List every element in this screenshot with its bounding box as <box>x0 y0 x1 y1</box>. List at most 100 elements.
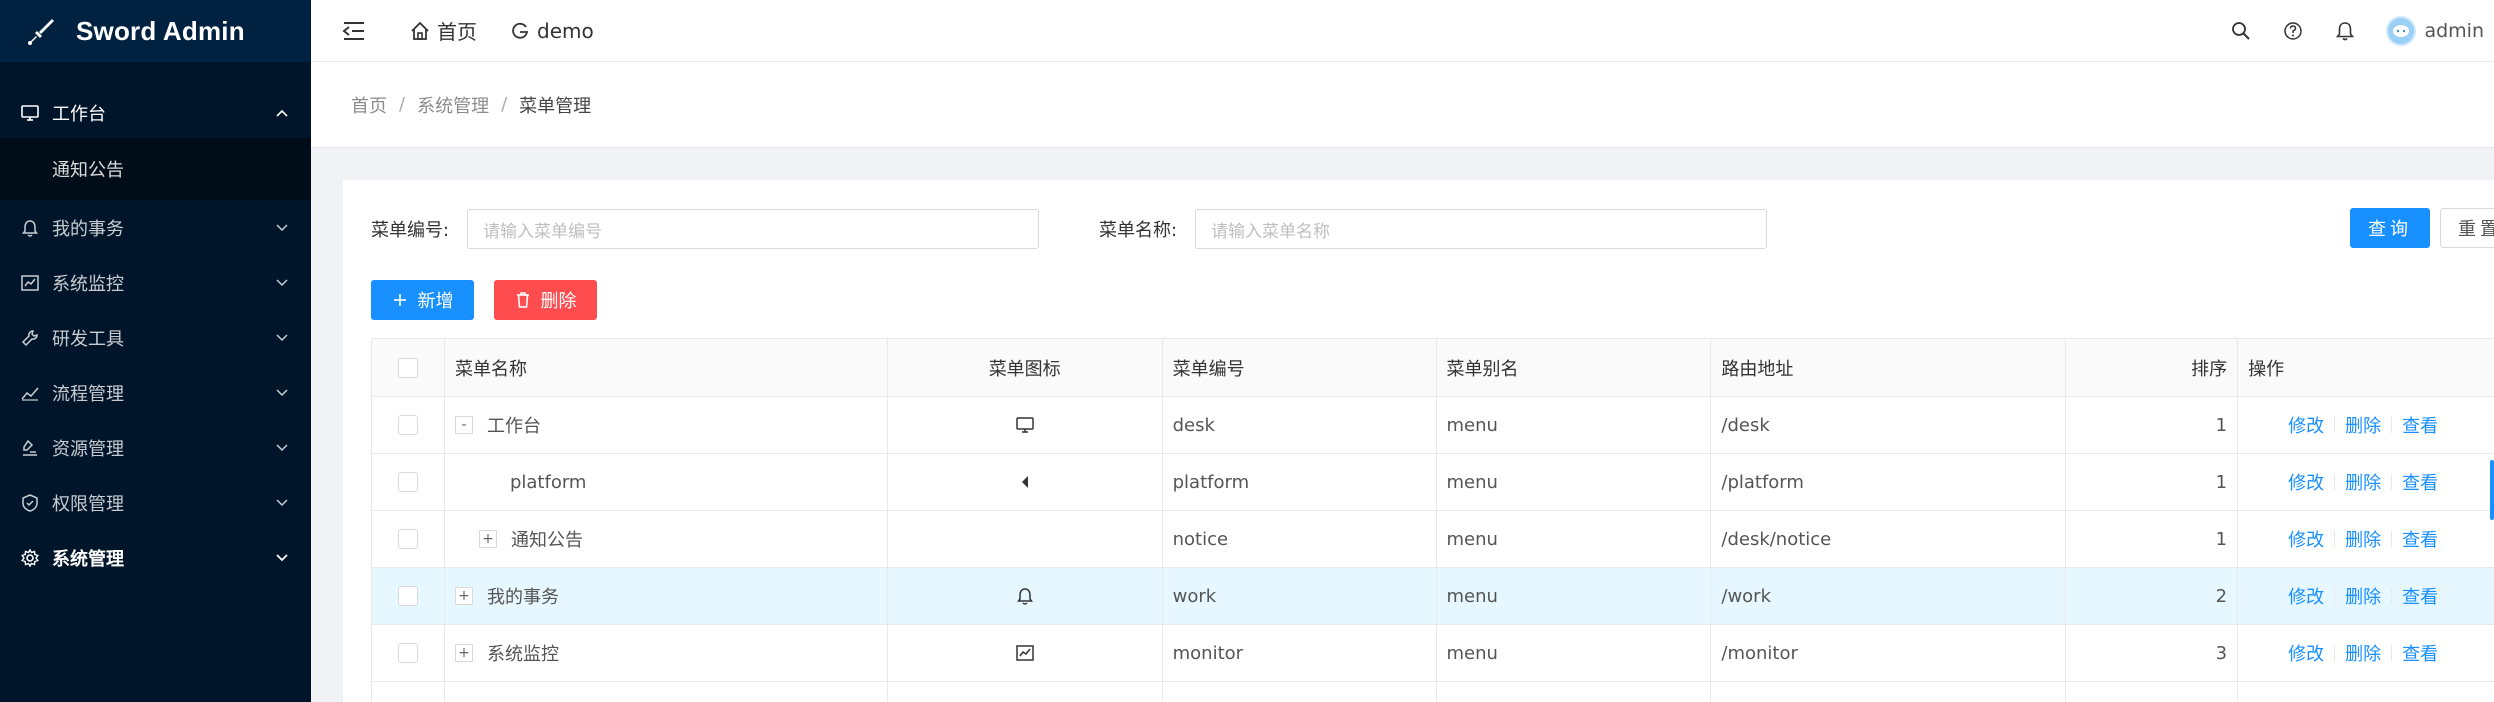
column-header: 路由地址 <box>1711 339 2067 396</box>
search-icon[interactable] <box>2230 20 2252 42</box>
help-icon[interactable] <box>2282 20 2304 42</box>
menu-code-input[interactable]: 请输入菜单编号 <box>467 209 1039 249</box>
table-row[interactable]: - 工作台 desk menu /desk 1 修改 删除 查看 <box>372 397 2494 454</box>
edit-link[interactable]: 修改 <box>2288 469 2324 495</box>
top-tab-demo[interactable]: demo <box>509 19 594 43</box>
delete-link[interactable]: 删除 <box>2345 526 2381 552</box>
sword-icon <box>24 14 58 48</box>
sidebar-item-resources[interactable]: 资源管理 <box>0 420 311 475</box>
sidebar: Sword Admin 工作台 通知公告 我的事务 系统监控 研发工具 流程管理… <box>0 0 311 702</box>
ops-cell <box>2238 682 2494 702</box>
menu-name-input[interactable]: 请输入菜单名称 <box>1195 209 1767 249</box>
sidebar-item-label: 流程管理 <box>52 383 124 405</box>
reset-button[interactable]: 重置 <box>2440 208 2494 248</box>
edit-link[interactable]: 修改 <box>2288 583 2324 609</box>
chevron-down-icon <box>275 496 289 510</box>
sidebar-item-workflow[interactable]: 流程管理 <box>0 365 311 420</box>
sidebar-item-dev-tools[interactable]: 研发工具 <box>0 310 311 365</box>
view-link[interactable]: 查看 <box>2402 412 2438 438</box>
delete-button-label: 删除 <box>540 291 577 312</box>
top-tab-home[interactable]: 首页 <box>409 16 477 45</box>
scrollbar-handle[interactable] <box>2490 460 2494 520</box>
bell-icon <box>20 218 40 238</box>
sidebar-item-my-tasks[interactable]: 我的事务 <box>0 200 311 255</box>
menu-name: 通知公告 <box>510 530 583 551</box>
sidebar-subitem-notice[interactable]: 通知公告 <box>0 138 311 200</box>
select-all-checkbox[interactable] <box>397 357 418 378</box>
avatar <box>2386 16 2417 46</box>
row-checkbox[interactable] <box>397 529 418 549</box>
table-row[interactable]: + 我的事务 work menu /work 2 修改 删除 查看 <box>372 568 2494 625</box>
sidebar-item-label: 系统管理 <box>52 548 124 570</box>
table-row[interactable]: + 通知公告 notice menu /desk/notice 1 修改 删除 … <box>372 511 2494 568</box>
collapse-toggle[interactable]: - <box>454 416 473 434</box>
app-root: Sword Admin 工作台 通知公告 我的事务 系统监控 研发工具 流程管理… <box>0 0 2494 702</box>
row-checkbox[interactable] <box>397 643 418 663</box>
user-menu[interactable]: admin <box>2386 16 2484 46</box>
sidebar-item-workbench[interactable]: 工作台 <box>0 88 311 138</box>
gear-icon <box>20 548 40 568</box>
home-icon <box>409 20 431 42</box>
expand-toggle[interactable]: + <box>478 530 497 548</box>
sidebar-item-label: 权限管理 <box>52 493 124 515</box>
row-checkbox-cell <box>372 454 445 510</box>
alias-cell: menu <box>1437 511 1712 567</box>
edit-link[interactable]: 修改 <box>2288 640 2324 666</box>
name-cell <box>445 682 888 702</box>
expand-toggle[interactable]: + <box>454 587 473 605</box>
row-checkbox[interactable] <box>397 586 418 606</box>
breadcrumb-item-home[interactable]: 首页 <box>351 92 387 118</box>
icon-cell <box>888 511 1163 567</box>
delete-link[interactable]: 删除 <box>2345 469 2381 495</box>
add-button-label: 新增 <box>417 291 454 312</box>
view-link[interactable]: 查看 <box>2402 469 2438 495</box>
icon-cell <box>888 682 1163 702</box>
view-link[interactable]: 查看 <box>2402 640 2438 666</box>
delete-link[interactable]: 删除 <box>2345 412 2381 438</box>
sidebar-item-system[interactable]: 系统管理 <box>0 530 311 585</box>
code-cell: work <box>1163 568 1437 624</box>
query-button[interactable]: 查询 <box>2350 208 2430 248</box>
add-button[interactable]: 新增 <box>371 280 474 320</box>
edit-link[interactable]: 修改 <box>2288 412 2324 438</box>
divider <box>2334 531 2336 547</box>
plus-icon <box>392 292 408 308</box>
icon-cell <box>888 397 1163 453</box>
sidebar-item-monitor[interactable]: 系统监控 <box>0 255 311 310</box>
row-checkbox[interactable] <box>397 415 418 435</box>
logo[interactable]: Sword Admin <box>0 0 311 62</box>
divider <box>2334 474 2336 490</box>
edit-link[interactable]: 修改 <box>2288 526 2324 552</box>
username: admin <box>2424 20 2484 42</box>
view-link[interactable]: 查看 <box>2402 526 2438 552</box>
row-checkbox[interactable] <box>397 472 418 492</box>
sort-cell: 3 <box>2066 625 2239 681</box>
chevron-down-icon <box>275 386 289 400</box>
route-cell: /desk <box>1711 397 2067 453</box>
sidebar-item-permissions[interactable]: 权限管理 <box>0 475 311 530</box>
row-checkbox-cell <box>372 625 445 681</box>
ops-cell: 修改 删除 查看 <box>2238 568 2494 624</box>
delete-link[interactable]: 删除 <box>2345 583 2381 609</box>
view-link[interactable]: 查看 <box>2402 583 2438 609</box>
content-card: 菜单编号: 请输入菜单编号 菜单名称: 请输入菜单名称 查询 重置 新增 删除 <box>343 180 2494 702</box>
top-header: 首页 demo admin <box>311 0 2494 62</box>
divider <box>2391 417 2393 433</box>
stamp-icon <box>20 438 40 458</box>
chart-icon <box>1015 645 1034 661</box>
breadcrumb-item-system[interactable]: 系统管理 <box>417 92 489 118</box>
table-row[interactable]: platform platform menu /platform 1 修改 删除… <box>372 454 2494 511</box>
bell-icon[interactable] <box>2334 20 2356 42</box>
column-header: 菜单编号 <box>1163 339 1437 396</box>
chart-icon <box>20 273 40 293</box>
menu-name: 工作台 <box>486 416 541 437</box>
menu-fold-icon[interactable] <box>341 18 367 44</box>
sidebar-item-label: 研发工具 <box>52 328 124 350</box>
delete-link[interactable]: 删除 <box>2345 640 2381 666</box>
table-row[interactable]: + 系统监控 monitor menu /monitor 3 修改 删除 查看 <box>372 625 2494 682</box>
expand-toggle[interactable]: + <box>454 644 473 662</box>
top-tab-label: 首页 <box>437 20 477 44</box>
delete-button[interactable]: 删除 <box>494 280 597 320</box>
route-cell: /desk/notice <box>1711 511 2067 567</box>
divider <box>2391 588 2393 604</box>
